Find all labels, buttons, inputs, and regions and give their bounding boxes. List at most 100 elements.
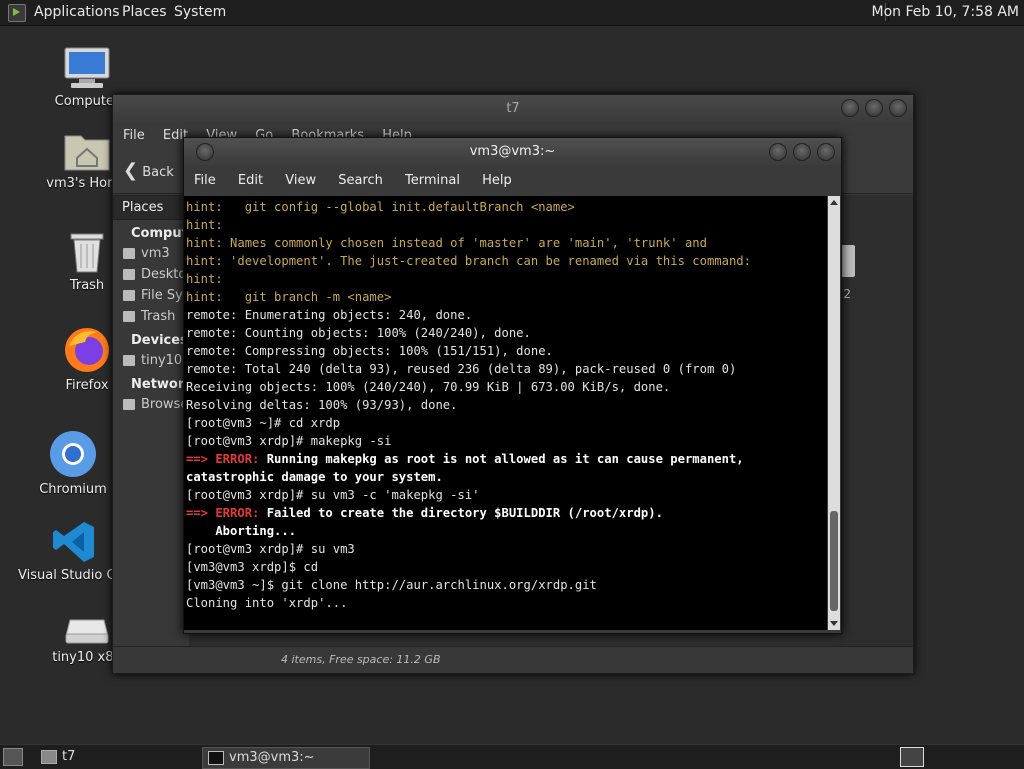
terminal-text: Resolving deltas: 100% (93/93), done. xyxy=(186,398,458,412)
workspace-switcher[interactable] xyxy=(900,747,924,767)
terminal-titlebar[interactable]: vm3@vm3:~ xyxy=(184,138,841,166)
terminal-text: hint: Names commonly chosen instead of '… xyxy=(186,236,707,250)
terminal-text: [root@vm3 xrdp]# su vm3 -c 'makepkg -si' xyxy=(186,488,480,502)
terminal-line: [root@vm3 xrdp]# makepkg -si xyxy=(186,432,827,450)
terminal-line: ==> ERROR: Running makepkg as root is no… xyxy=(186,450,827,468)
back-arrow-icon: ❮ xyxy=(123,160,139,181)
terminal-title: vm3@vm3:~ xyxy=(469,144,556,159)
terminal-line: Receiving objects: 100% (240/240), 70.99… xyxy=(186,378,827,396)
terminal-text: [vm3@vm3 xrdp]$ cd xyxy=(186,560,319,574)
terminal-line: Resolving deltas: 100% (93/93), done. xyxy=(186,396,827,414)
bottom-panel: t7 vm3@vm3:~ xyxy=(0,744,1024,769)
terminal-text: remote: Counting objects: 100% (240/240)… xyxy=(186,326,531,340)
scroll-up-icon[interactable] xyxy=(830,200,838,205)
folder-icon xyxy=(41,750,57,764)
firefox-icon xyxy=(63,326,111,374)
terminal-line: [root@vm3 ~]# cd xrdp xyxy=(186,414,827,432)
term-menu-terminal[interactable]: Terminal xyxy=(405,173,460,188)
terminal-line: ==> ERROR: Failed to create the director… xyxy=(186,504,827,522)
minimize-button[interactable] xyxy=(841,99,859,117)
menu-system[interactable]: System xyxy=(174,4,226,20)
sidebar-group-computer: Computer xyxy=(131,226,204,241)
scrollbar-thumb[interactable] xyxy=(830,511,838,611)
drive-icon xyxy=(64,614,110,646)
sidebar-item-filesystem[interactable]: File System xyxy=(113,285,189,306)
terminal-line: [root@vm3 xrdp]# su vm3 -c 'makepkg -si' xyxy=(186,486,827,504)
terminal-text: remote: Total 240 (delta 93), reused 236… xyxy=(186,362,737,376)
fm-menu-file[interactable]: File xyxy=(123,128,145,143)
terminal-line: hint: xyxy=(186,270,827,288)
terminal-text: [root@vm3 xrdp]# su vm3 xyxy=(186,542,355,556)
terminal-line: remote: Counting objects: 100% (240/240)… xyxy=(186,324,827,342)
terminal-line: hint: git branch -m <name> xyxy=(186,288,827,306)
show-desktop-icon[interactable] xyxy=(3,748,23,766)
back-label: Back xyxy=(142,165,174,180)
close-button[interactable] xyxy=(817,143,835,161)
clock[interactable]: Mon Feb 10, 7:58 AM xyxy=(872,4,1019,20)
window-title[interactable]: t7 xyxy=(113,95,913,123)
sidebar-item-desktop[interactable]: Desktop xyxy=(113,264,189,285)
sidebar-group-devices: Devices xyxy=(131,333,188,348)
back-button[interactable]: ❮ Back xyxy=(123,160,174,181)
terminal-text: [root@vm3 xrdp]# makepkg -si xyxy=(186,434,392,448)
terminal-text: hint: git config --global init.defaultBr… xyxy=(186,200,575,214)
maximize-button[interactable] xyxy=(793,143,811,161)
terminal-text: hint: 'development'. The just-created br… xyxy=(186,254,751,268)
terminal-output[interactable]: hint: git config --global init.defaultBr… xyxy=(184,196,827,630)
taskbar-item-file-manager[interactable]: t7 xyxy=(36,747,212,767)
terminal-line: [vm3@vm3 xrdp]$ cd xyxy=(186,558,827,576)
sidebar-item-home[interactable]: vm3 xyxy=(113,243,189,264)
terminal-line: [vm3@vm3 ~]$ git clone http://aur.archli… xyxy=(186,576,827,594)
top-panel: Applications Places System Mon Feb 10, 7… xyxy=(0,0,1024,26)
terminal-line: Aborting... xyxy=(186,522,827,540)
term-menu-help[interactable]: Help xyxy=(482,173,512,188)
task-label: t7 xyxy=(62,749,76,764)
terminal-line: remote: Compressing objects: 100% (151/1… xyxy=(186,342,827,360)
terminal-menubar: File Edit View Search Terminal Help xyxy=(184,166,841,196)
terminal-text: [root@vm3 ~]# cd xrdp xyxy=(186,416,341,430)
places-header[interactable]: Places xyxy=(113,195,189,220)
terminal-text: Cloning into 'xrdp'... xyxy=(186,596,348,610)
applications-icon[interactable] xyxy=(8,4,26,22)
terminal-line: hint: xyxy=(186,216,827,234)
terminal-line: Cloning into 'xrdp'... xyxy=(186,594,827,612)
terminal-text: ==> ERROR: xyxy=(186,452,260,466)
terminal-icon xyxy=(208,751,224,765)
file-item-label: 2 xyxy=(843,287,851,301)
term-menu-edit[interactable]: Edit xyxy=(238,173,263,188)
term-menu-search[interactable]: Search xyxy=(338,173,383,188)
taskbar-item-terminal[interactable]: vm3@vm3:~ xyxy=(202,747,370,769)
computer-icon xyxy=(63,46,111,90)
status-bar: 4 items, Free space: 11.2 GB xyxy=(113,646,913,673)
scroll-down-icon[interactable] xyxy=(830,621,838,626)
places-sidebar: Places Computer vm3 Desktop File System … xyxy=(113,195,204,647)
sidebar-item-drive[interactable]: tiny10 x86 xyxy=(113,350,189,371)
sidebar-item-trash[interactable]: Trash xyxy=(113,306,189,327)
terminal-text: Receiving objects: 100% (240/240), 70.99… xyxy=(186,380,671,394)
terminal-text: Running makepkg as root is not allowed a… xyxy=(259,452,744,466)
terminal-text: hint: git branch -m <name> xyxy=(186,290,392,304)
window-buttons xyxy=(835,99,907,121)
terminal-line: hint: 'development'. The just-created br… xyxy=(186,252,827,270)
terminal-scrollbar[interactable] xyxy=(828,196,840,630)
term-menu-file[interactable]: File xyxy=(194,173,216,188)
terminal-text: remote: Compressing objects: 100% (151/1… xyxy=(186,344,553,358)
menu-applications[interactable]: Applications xyxy=(34,4,120,20)
terminal-text: hint: xyxy=(186,272,223,286)
terminal-text: catastrophic damage to your system. xyxy=(186,470,443,484)
terminal-text: [vm3@vm3 ~]$ git clone http://aur.archli… xyxy=(186,578,597,592)
minimize-button[interactable] xyxy=(769,143,787,161)
maximize-button[interactable] xyxy=(865,99,883,117)
sidebar-group-network: Network xyxy=(131,377,193,392)
home-folder-icon xyxy=(63,128,111,172)
chromium-icon xyxy=(49,430,97,478)
term-menu-view[interactable]: View xyxy=(285,173,316,188)
window-menu-button[interactable] xyxy=(196,143,214,161)
terminal-line: catastrophic damage to your system. xyxy=(186,468,827,486)
terminal-window[interactable]: vm3@vm3:~ File Edit View Search Terminal… xyxy=(183,137,842,634)
terminal-line: hint: git config --global init.defaultBr… xyxy=(186,198,827,216)
sidebar-item-browse-network[interactable]: Browse Network xyxy=(113,394,189,415)
menu-places[interactable]: Places xyxy=(122,4,167,20)
close-button[interactable] xyxy=(889,99,907,117)
terminal-text: Aborting... xyxy=(186,524,297,538)
